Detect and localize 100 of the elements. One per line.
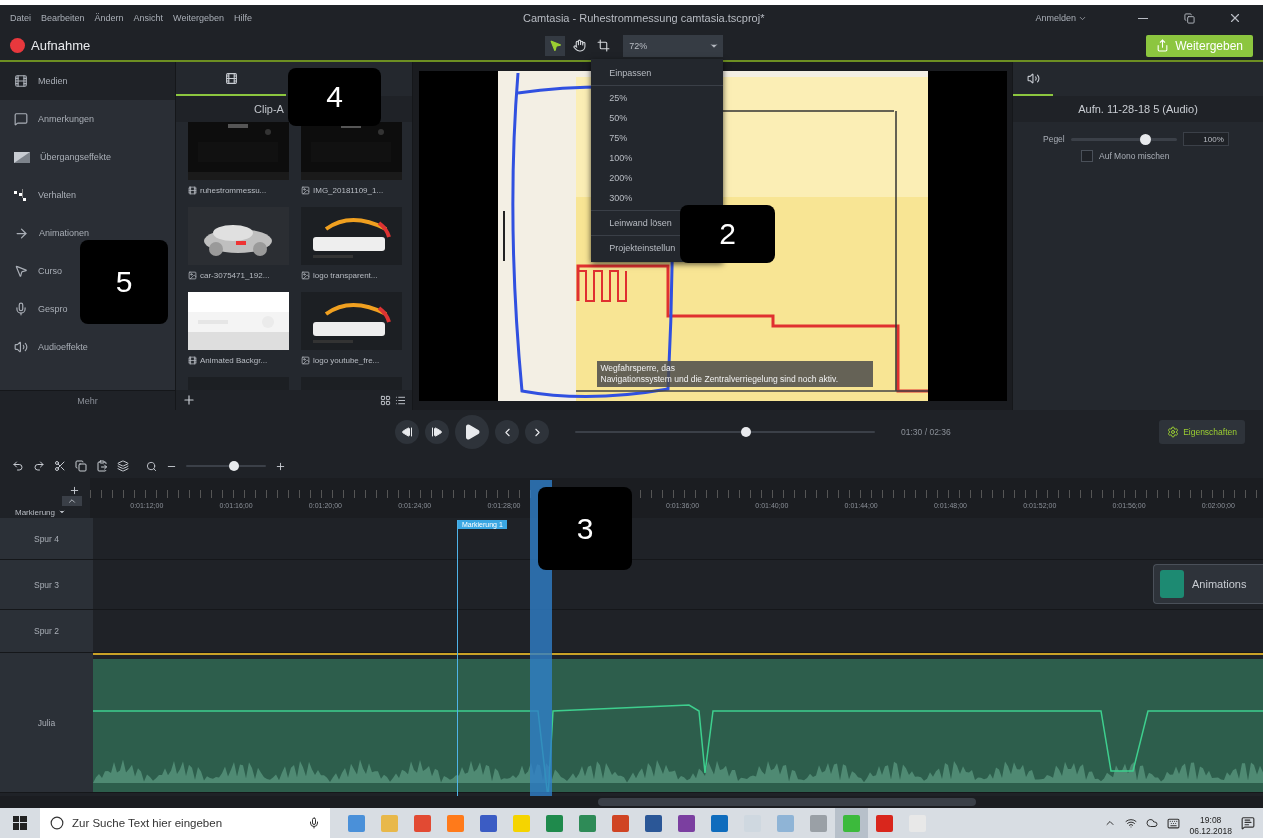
marker-dropdown[interactable]: Markierung xyxy=(0,506,91,518)
track-name: Spur 2 xyxy=(0,610,93,652)
sidebar-item[interactable]: Übergangseffekte xyxy=(0,149,111,165)
circle-icon xyxy=(50,816,64,830)
wifi-icon[interactable] xyxy=(1125,817,1138,829)
zoom-in-icon[interactable] xyxy=(275,460,286,472)
step-forward-button[interactable] xyxy=(425,420,449,444)
sidebar-item[interactable]: Audioeffekte xyxy=(0,339,88,355)
share-icon xyxy=(1156,39,1170,52)
add-icon[interactable] xyxy=(182,393,196,407)
keyboard-icon[interactable] xyxy=(1167,816,1181,830)
speaker-icon xyxy=(1026,71,1040,85)
add-track-icon[interactable] xyxy=(69,485,81,496)
record-button[interactable]: Aufnahme xyxy=(10,38,91,53)
play-button[interactable] xyxy=(455,415,489,449)
volume-field[interactable]: 100% xyxy=(1182,132,1229,146)
cloud-icon[interactable] xyxy=(1146,817,1159,829)
menu-option[interactable]: Leinwand lösen xyxy=(609,212,672,233)
paste-icon[interactable] xyxy=(96,460,108,472)
menu-item[interactable]: Ansicht xyxy=(133,13,164,23)
minimize-icon xyxy=(1138,17,1148,19)
layers-icon[interactable] xyxy=(117,460,129,472)
microphone-icon xyxy=(308,817,320,829)
speech-bubble-icon xyxy=(14,112,28,126)
redo-icon[interactable] xyxy=(33,460,45,472)
collapse-icon[interactable] xyxy=(62,496,83,506)
callout-number: 5 xyxy=(80,240,168,324)
sidebar-item[interactable]: Medien xyxy=(0,62,175,100)
previous-button[interactable] xyxy=(495,420,519,444)
more-button[interactable]: Mehr xyxy=(0,390,175,410)
media-label[interactable]: Animated Backgr... xyxy=(188,350,289,370)
sidebar-item[interactable]: Curso xyxy=(0,263,62,279)
undo-icon[interactable] xyxy=(12,460,24,472)
mono-checkbox[interactable] xyxy=(1081,150,1093,162)
sidebar-item[interactable]: Anmerkungen xyxy=(0,111,95,127)
restore-icon xyxy=(1183,12,1195,24)
callout-number: 4 xyxy=(288,68,381,126)
speaker-icon xyxy=(14,340,28,354)
menu-item[interactable]: Hilfe xyxy=(234,13,252,23)
menu-item[interactable]: Ändern xyxy=(94,13,124,23)
close-icon xyxy=(1228,11,1242,25)
image-icon xyxy=(188,270,197,280)
media-label[interactable]: ruhestrommessu... xyxy=(188,180,289,200)
bin-header: Clip-A xyxy=(254,103,284,115)
step-back-button[interactable] xyxy=(395,420,419,444)
media-label[interactable]: logo youtube_fre... xyxy=(301,350,402,370)
track-name: Julia xyxy=(0,653,93,792)
pointer-tool[interactable] xyxy=(545,35,566,56)
list-view-icon[interactable] xyxy=(395,394,406,406)
menu-item[interactable]: Bearbeiten xyxy=(41,13,85,23)
copy-icon[interactable] xyxy=(75,460,87,472)
sidebar-item[interactable]: Animationen xyxy=(0,225,90,241)
menu-option[interactable]: Einpassen xyxy=(609,62,652,83)
track-name: Spur 4 xyxy=(0,518,93,559)
menu-option[interactable]: 50% xyxy=(609,107,628,128)
menu-option[interactable]: 25% xyxy=(609,87,628,108)
next-button[interactable] xyxy=(525,420,549,444)
menu-option[interactable]: 100% xyxy=(609,147,633,168)
clock[interactable]: 19:08 06.12.2018 xyxy=(1189,809,1232,837)
zoom-dropdown[interactable]: 72% xyxy=(623,34,724,57)
sidebar-item[interactable]: Verhalten xyxy=(0,187,77,203)
media-label[interactable]: IMG_20181109_1... xyxy=(301,180,402,200)
taskbar-search-field[interactable]: Zur Suche Text hier eingeben xyxy=(40,808,330,838)
track-name: Spur 3 xyxy=(0,560,93,609)
mono-label: Auf Mono mischen xyxy=(1099,151,1170,161)
slider-thumb[interactable] xyxy=(1139,133,1151,145)
account-menu[interactable]: Anmelden xyxy=(1035,13,1087,23)
sidebar-item[interactable]: Gespro xyxy=(0,301,68,317)
menu-option[interactable]: Projekteinstellun xyxy=(609,237,676,258)
film-icon xyxy=(188,355,197,365)
step-back-icon xyxy=(401,426,413,438)
notification-icon[interactable] xyxy=(1241,816,1255,830)
film-icon xyxy=(224,71,238,85)
window-title: Camtasia - Ruhestrommessung camtasia.tscproj* xyxy=(522,12,766,24)
animation-clip[interactable]: Animations xyxy=(1153,564,1263,604)
cut-icon[interactable] xyxy=(54,460,66,472)
audio-waveform-drawing[interactable] xyxy=(93,653,1263,792)
menu-option[interactable]: 75% xyxy=(609,127,628,148)
scrollbar-thumb[interactable] xyxy=(598,798,976,806)
cursor-icon xyxy=(14,264,28,278)
properties-button[interactable]: Eigenschaften xyxy=(1159,420,1245,444)
grid-view-icon[interactable] xyxy=(380,394,391,406)
media-label[interactable]: car-3075471_192... xyxy=(188,265,289,285)
menu-option[interactable]: 200% xyxy=(609,167,633,188)
image-icon xyxy=(301,185,310,195)
gear-icon xyxy=(1167,426,1180,438)
volume-label: Pegel xyxy=(1043,134,1065,144)
slider-thumb[interactable] xyxy=(229,461,239,471)
arrow-icon xyxy=(14,225,29,241)
menu-option[interactable]: 300% xyxy=(609,187,633,208)
pointer-icon xyxy=(548,39,562,52)
search-icon[interactable] xyxy=(146,460,157,472)
hand-icon xyxy=(572,39,586,52)
slider-thumb[interactable] xyxy=(741,427,751,437)
callout-number: 3 xyxy=(538,487,632,570)
microphone-icon xyxy=(14,302,28,316)
media-label[interactable]: logo transparent... xyxy=(301,265,402,285)
menu-item[interactable]: Datei xyxy=(10,13,31,23)
menu-item[interactable]: Weitergeben xyxy=(173,13,224,23)
step-forward-icon xyxy=(431,426,443,438)
